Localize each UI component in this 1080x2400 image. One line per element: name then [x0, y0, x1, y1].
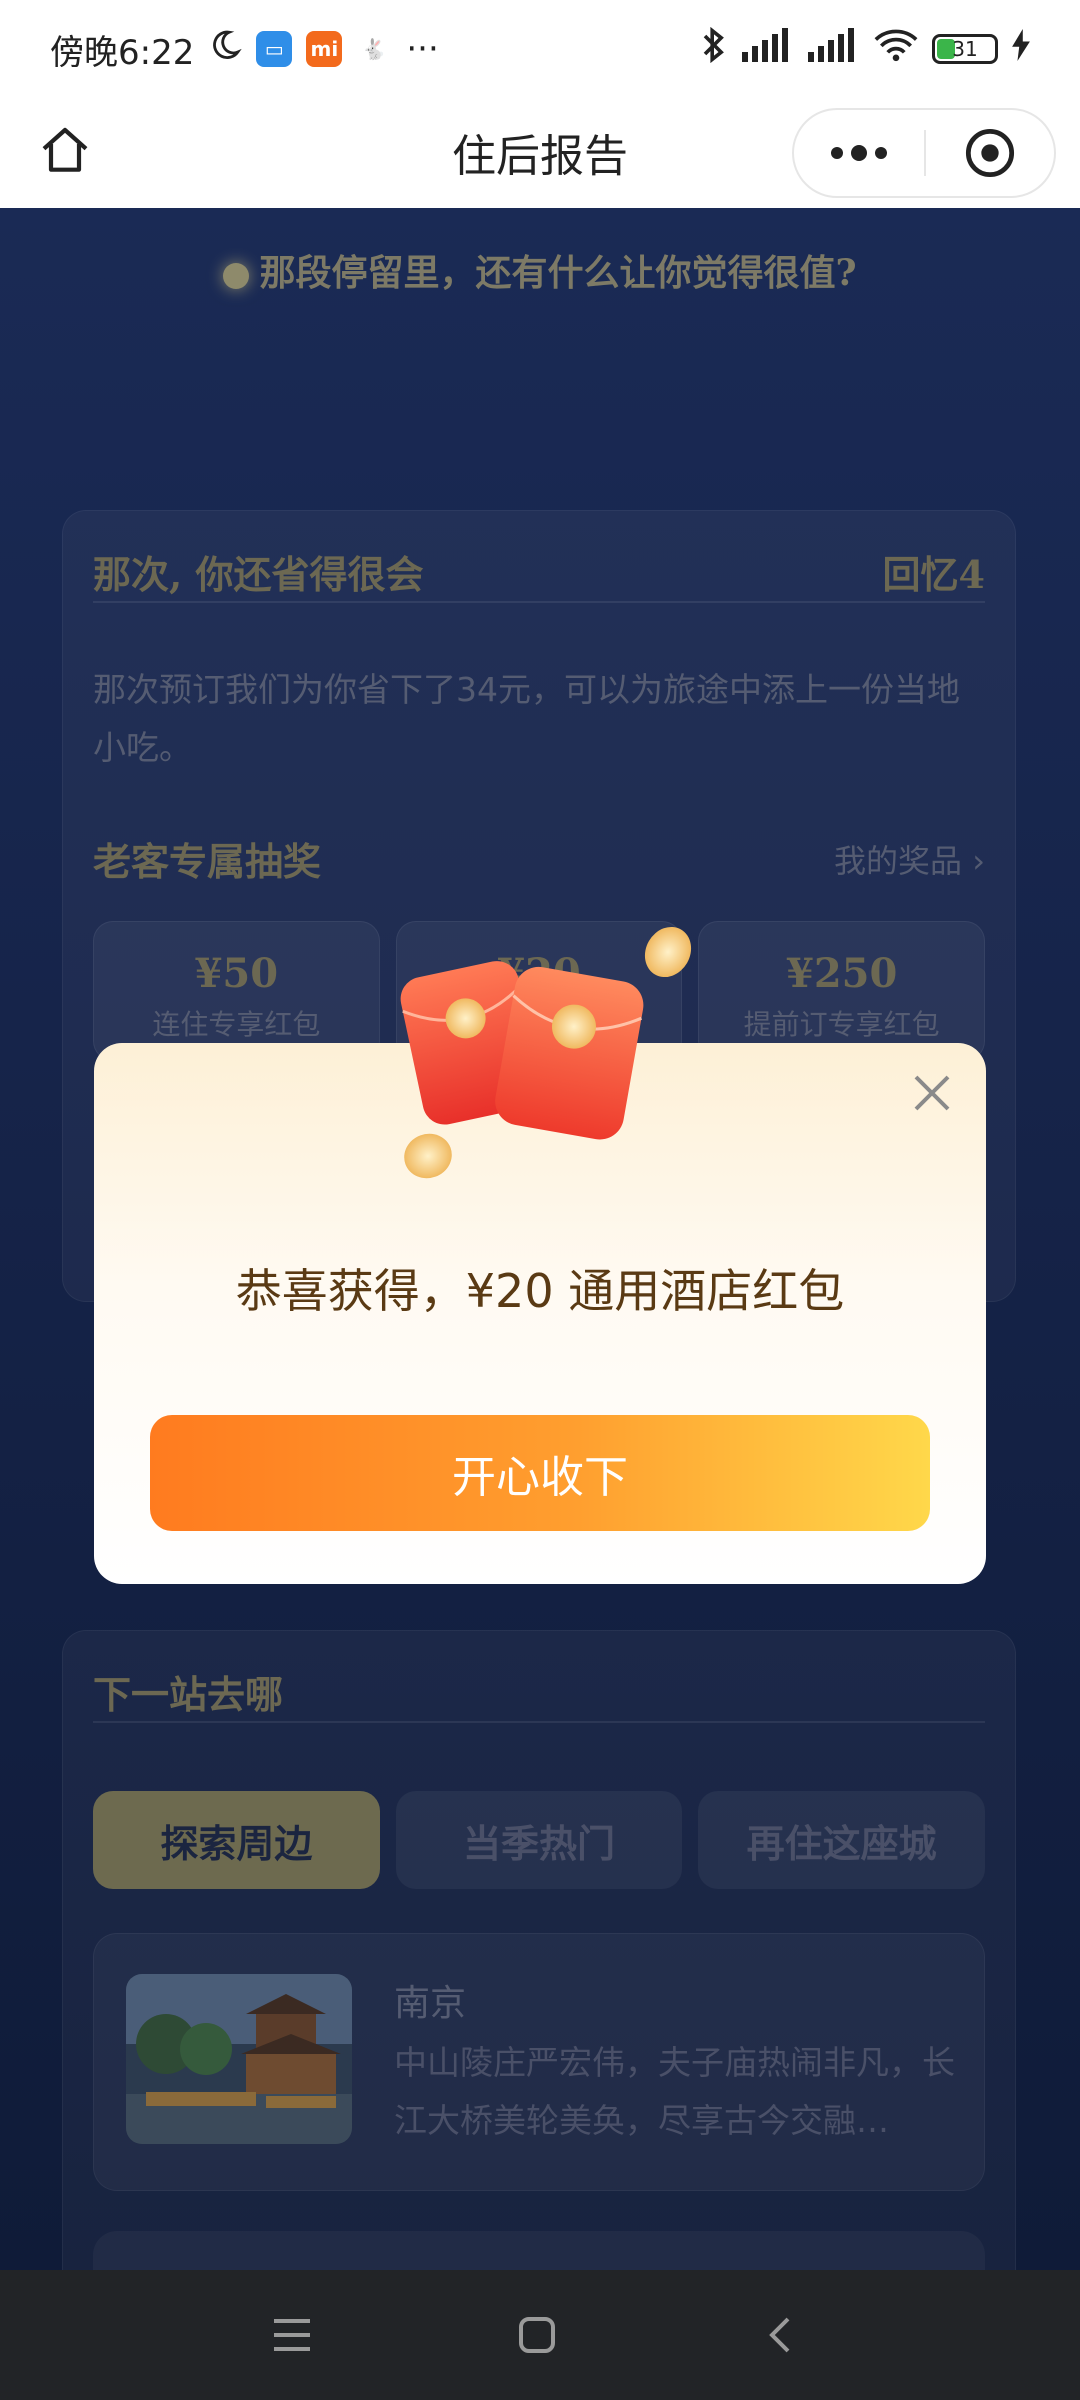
my-prizes-link[interactable]: 我的奖品 › [834, 836, 985, 882]
memory-card-text: 那次预订我们为你省下了34元，可以为旅途中添上一份当地小吃。 [93, 670, 960, 767]
bluetooth-icon [700, 26, 728, 72]
square-home-icon [519, 2317, 555, 2353]
wifi-icon [874, 28, 918, 71]
close-icon [914, 1075, 950, 1111]
battery-level: 31 [952, 37, 978, 61]
home-icon [42, 127, 88, 172]
prize-name: 提前订专享红包 [743, 1008, 940, 1041]
modal-title: 恭喜获得，¥20 通用酒店红包 [235, 1264, 845, 1318]
mini-program-capsule [792, 108, 1056, 198]
lottery-title: 老客专属抽奖 [93, 839, 322, 884]
prize-amount: ¥250 [786, 950, 898, 997]
red-envelope-illustration [380, 920, 720, 1200]
more-dots-icon [831, 145, 887, 161]
signal-icon [742, 27, 794, 71]
question-text: 那段停留里，还有什么让你觉得很值? [259, 252, 857, 294]
back-nav-button[interactable] [752, 2305, 812, 2365]
signal-icon-2 [808, 27, 860, 71]
glow-dot-icon [223, 263, 250, 289]
charging-icon [1012, 28, 1030, 70]
destination-tabs: 探索周边 当季热门 再住这座城 [93, 1791, 986, 1889]
target-close-icon [965, 128, 1015, 178]
modal-close-button[interactable] [908, 1069, 956, 1117]
rabbit-app-icon: 🐇 [356, 31, 393, 67]
tab-explore-nearby[interactable]: 探索周边 [93, 1791, 380, 1889]
tab-stay-again[interactable]: 再住这座城 [698, 1791, 986, 1889]
memory-card-title: 那次, 你还省得很会 [93, 551, 424, 597]
home-nav-button[interactable] [507, 2305, 567, 2365]
menu-icon [274, 2319, 310, 2351]
mi-app-icon: mi [306, 31, 343, 67]
accept-reward-button[interactable]: 开心收下 [150, 1415, 930, 1531]
nav-bar: 住后报告 [0, 98, 1080, 208]
memory-card-header: 那次, 你还省得很会 回忆4 [93, 541, 985, 603]
destination-item-next[interactable] [93, 2231, 985, 2270]
memory-card-tag: 回忆4 [882, 551, 985, 597]
home-button[interactable] [30, 116, 100, 186]
system-nav-bar [0, 2270, 1080, 2400]
destination-item[interactable]: 南京 中山陵庄严宏伟，夫子庙热闹非凡，长江大桥美轮美奂，尽享古今交融… [93, 1933, 985, 2191]
prize-item[interactable]: ¥50 连住专享红包 [93, 921, 380, 1061]
moon-icon [208, 28, 243, 71]
status-bar: 傍晚6:22 ▭ mi 🐇 ··· 31 [0, 0, 1080, 98]
next-destination-card: 下一站去哪 探索周边 当季热门 再住这座城 南京 中山陵庄严宏伟，夫子庙热闹非凡… [62, 1630, 1016, 2270]
exit-mini-program-button[interactable] [926, 110, 1054, 196]
destination-photo [126, 1974, 352, 2144]
tab-seasonal-hot[interactable]: 当季热门 [395, 1791, 683, 1889]
destination-name: 南京 [394, 1983, 467, 2024]
next-card-header: 下一站去哪 [93, 1661, 985, 1723]
lottery-header: 老客专属抽奖 我的奖品 › [93, 831, 985, 886]
card-app-icon: ▭ [256, 31, 293, 67]
question-heading: 那段停留里，还有什么让你觉得很值? [0, 244, 1080, 296]
prize-amount: ¥50 [194, 950, 279, 997]
menu-button[interactable] [262, 2305, 322, 2365]
status-time: 傍晚6:22 [50, 32, 195, 73]
prize-name: 连住专享红包 [152, 1008, 321, 1041]
more-notifications-icon: ··· [406, 29, 439, 69]
prize-item[interactable]: ¥250 提前订专享红包 [698, 921, 986, 1061]
back-chevron-icon [769, 2317, 790, 2353]
next-card-title: 下一站去哪 [93, 1671, 284, 1717]
battery-icon: 31 [932, 34, 998, 64]
destination-desc: 中山陵庄严宏伟，夫子庙热闹非凡，长江大桥美轮美奂，尽享古今交融… [394, 2043, 955, 2140]
more-button[interactable] [794, 110, 924, 196]
